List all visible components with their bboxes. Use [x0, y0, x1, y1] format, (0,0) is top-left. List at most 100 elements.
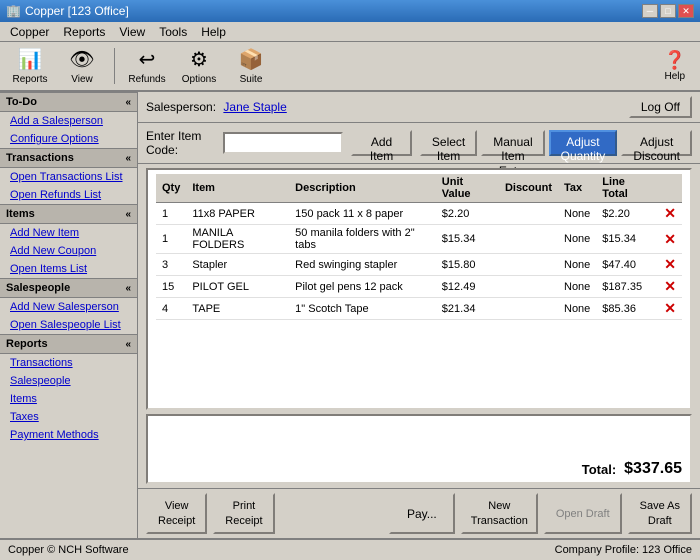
- delete-row-button[interactable]: ✕: [664, 231, 676, 248]
- col-unit-value: Unit Value: [436, 174, 499, 203]
- total-section: Total: $337.65: [582, 460, 682, 478]
- main-layout: To-Do « Add a Salesperson Configure Opti…: [0, 92, 700, 538]
- sidebar-item-open-refunds[interactable]: Open Refunds List: [0, 186, 137, 204]
- sidebar-item-reports-items[interactable]: Items: [0, 390, 137, 408]
- table-row: 4 TAPE 1" Scotch Tape $21.34 None $85.36…: [156, 298, 682, 320]
- salesperson-name[interactable]: Jane Staple: [223, 100, 286, 114]
- help-icon: ❓: [664, 50, 686, 71]
- help-button[interactable]: ❓ Help: [656, 46, 694, 86]
- cell-qty: 1: [156, 225, 186, 254]
- delete-row-button[interactable]: ✕: [664, 205, 676, 222]
- sidebar-item-reports-payment-methods[interactable]: Payment Methods: [0, 426, 137, 444]
- menu-bar: Copper Reports View Tools Help: [0, 22, 700, 42]
- open-draft-button[interactable]: Open Draft: [544, 493, 622, 534]
- sidebar-section-salespeople-label: Salespeople: [6, 282, 70, 294]
- cell-description: 50 manila folders with 2" tabs: [289, 225, 436, 254]
- toolbar-view-label: View: [71, 74, 93, 85]
- content-area: Salesperson: Jane Staple Log Off Enter I…: [138, 92, 700, 538]
- menu-reports[interactable]: Reports: [57, 24, 111, 40]
- memo-total-area: Total: $337.65: [146, 414, 692, 484]
- sidebar-section-items: Items «: [0, 204, 137, 224]
- toolbar-separator: [114, 48, 115, 84]
- pay-button[interactable]: Pay...: [389, 493, 455, 534]
- toolbar-options-button[interactable]: ⚙ Options: [175, 45, 223, 87]
- sidebar-item-reports-transactions[interactable]: Transactions: [0, 354, 137, 372]
- toolbar-suite-label: Suite: [240, 74, 263, 85]
- manual-item-entry-button[interactable]: Manual Item Entry: [481, 130, 544, 156]
- toolbar-suite-button[interactable]: 📦 Suite: [227, 45, 275, 87]
- menu-view[interactable]: View: [113, 24, 151, 40]
- maximize-button[interactable]: □: [660, 4, 676, 18]
- reports-toggle-icon[interactable]: «: [125, 339, 131, 350]
- refunds-icon: ↩: [139, 47, 156, 72]
- salespeople-toggle-icon[interactable]: «: [125, 283, 131, 294]
- logoff-button[interactable]: Log Off: [629, 96, 692, 118]
- reports-icon: 📊: [18, 47, 43, 72]
- items-toggle-icon[interactable]: «: [125, 209, 131, 220]
- cell-tax: None: [558, 276, 596, 298]
- sidebar-item-reports-taxes[interactable]: Taxes: [0, 408, 137, 426]
- cell-discount: [499, 254, 558, 276]
- cell-item: Stapler: [186, 254, 289, 276]
- sidebar-section-transactions: Transactions «: [0, 148, 137, 168]
- adjust-quantity-button[interactable]: Adjust Quantity: [549, 130, 618, 156]
- items-table: Qty Item Description Unit Value Discount…: [156, 174, 682, 320]
- delete-row-button[interactable]: ✕: [664, 256, 676, 273]
- cell-discount: [499, 203, 558, 225]
- todo-toggle-icon[interactable]: «: [125, 97, 131, 108]
- cell-qty: 1: [156, 203, 186, 225]
- suite-icon: 📦: [239, 47, 264, 72]
- sidebar-item-open-salespeople-list[interactable]: Open Salespeople List: [0, 316, 137, 334]
- close-button[interactable]: ✕: [678, 4, 694, 18]
- sidebar-item-configure-options[interactable]: Configure Options: [0, 130, 137, 148]
- app-icon: 🏢: [6, 4, 21, 18]
- menu-help[interactable]: Help: [195, 24, 232, 40]
- sidebar-item-open-transactions[interactable]: Open Transactions List: [0, 168, 137, 186]
- table-row: 1 11x8 PAPER 150 pack 11 x 8 paper $2.20…: [156, 203, 682, 225]
- right-action-buttons: Select Item Manual Item Entry Adjust Qua…: [420, 130, 692, 156]
- minimize-button[interactable]: ─: [642, 4, 658, 18]
- save-as-draft-button[interactable]: Save As Draft: [628, 493, 692, 534]
- salesperson-bar: Salesperson: Jane Staple Log Off: [138, 92, 700, 123]
- menu-tools[interactable]: Tools: [153, 24, 193, 40]
- sidebar-item-reports-salespeople[interactable]: Salespeople: [0, 372, 137, 390]
- cell-tax: None: [558, 254, 596, 276]
- sidebar-section-reports: Reports «: [0, 334, 137, 354]
- table-row: 15 PILOT GEL Pilot gel pens 12 pack $12.…: [156, 276, 682, 298]
- view-receipt-button[interactable]: View Receipt: [146, 493, 207, 534]
- adjust-discount-button[interactable]: Adjust Discount: [621, 130, 692, 156]
- total-amount: $337.65: [624, 460, 682, 478]
- cell-item: PILOT GEL: [186, 276, 289, 298]
- select-item-button[interactable]: Select Item: [420, 130, 477, 156]
- col-tax: Tax: [558, 174, 596, 203]
- add-item-button[interactable]: Add Item: [351, 130, 412, 156]
- cell-qty: 15: [156, 276, 186, 298]
- toolbar: 📊 Reports 👁 View ↩ Refunds ⚙ Options 📦 S…: [0, 42, 700, 92]
- cell-description: 150 pack 11 x 8 paper: [289, 203, 436, 225]
- transactions-toggle-icon[interactable]: «: [125, 153, 131, 164]
- toolbar-view-button[interactable]: 👁 View: [58, 45, 106, 87]
- cell-unit-value: $21.34: [436, 298, 499, 320]
- sidebar-item-add-new-salesperson[interactable]: Add New Salesperson: [0, 298, 137, 316]
- status-right: Company Profile: 123 Office: [555, 544, 692, 556]
- new-transaction-button[interactable]: New Transaction: [461, 493, 538, 534]
- print-receipt-button[interactable]: Print Receipt: [213, 493, 274, 534]
- bottom-bar: View Receipt Print Receipt Pay... New Tr…: [138, 488, 700, 538]
- cell-description: Red swinging stapler: [289, 254, 436, 276]
- delete-row-button[interactable]: ✕: [664, 300, 676, 317]
- toolbar-refunds-button[interactable]: ↩ Refunds: [123, 45, 171, 87]
- window-title: Copper [123 Office]: [25, 4, 129, 18]
- toolbar-reports-label: Reports: [12, 74, 47, 85]
- col-line-total: Line Total: [596, 174, 658, 203]
- toolbar-reports-button[interactable]: 📊 Reports: [6, 45, 54, 87]
- sidebar-item-add-new-coupon[interactable]: Add New Coupon: [0, 242, 137, 260]
- delete-row-button[interactable]: ✕: [664, 278, 676, 295]
- sidebar-section-items-label: Items: [6, 208, 35, 220]
- sidebar-item-add-new-item[interactable]: Add New Item: [0, 224, 137, 242]
- cell-line-total: $47.40: [596, 254, 658, 276]
- enter-item-code-label: Enter Item Code:: [146, 129, 215, 157]
- sidebar-item-open-items-list[interactable]: Open Items List: [0, 260, 137, 278]
- sidebar-item-add-salesperson[interactable]: Add a Salesperson: [0, 112, 137, 130]
- item-code-input[interactable]: [223, 132, 343, 154]
- menu-copper[interactable]: Copper: [4, 24, 55, 40]
